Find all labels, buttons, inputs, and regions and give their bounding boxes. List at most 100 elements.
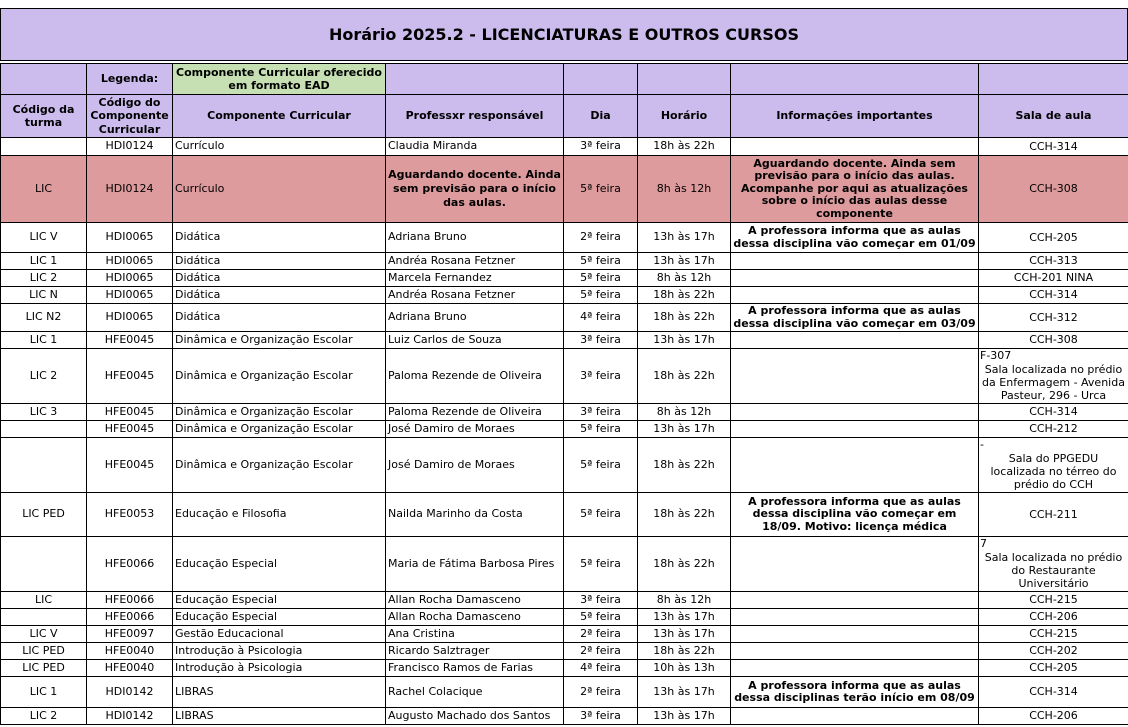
table-row: LIC 2HDI0142LIBRASAugusto Machado dos Sa… bbox=[1, 708, 1128, 725]
cell-professor: Allan Rocha Damasceno bbox=[386, 592, 564, 609]
table-row: LIC PEDHFE0040Introdução à PsicologiaFra… bbox=[1, 660, 1128, 677]
cell-professor: Allan Rocha Damasceno bbox=[386, 609, 564, 626]
cell-info bbox=[731, 438, 979, 493]
cell-professor: Marcela Fernandez bbox=[386, 270, 564, 287]
cell-professor: Paloma Rezende de Oliveira bbox=[386, 404, 564, 421]
sala-overflow-fragment: F-307 bbox=[980, 349, 1127, 362]
legend-row: Legenda: Componente Curricular oferecido… bbox=[1, 64, 1128, 95]
cell-professor: Ana Cristina bbox=[386, 626, 564, 643]
legend-empty-cell bbox=[1, 64, 87, 95]
cell-turma: LIC bbox=[1, 156, 87, 223]
cell-componente: LIBRAS bbox=[173, 708, 386, 725]
schedule-table: Legenda: Componente Curricular oferecido… bbox=[0, 63, 1128, 725]
cell-sala: CCH-308 bbox=[979, 156, 1128, 223]
cell-turma: LIC PED bbox=[1, 643, 87, 660]
top-margin bbox=[0, 0, 1128, 8]
cell-dia: 5ª feira bbox=[564, 609, 638, 626]
cell-professor: José Damiro de Moraes bbox=[386, 438, 564, 493]
table-row: LIC 2HFE0045Dinâmica e Organização Escol… bbox=[1, 349, 1128, 404]
cell-info: A professora informa que as aulas dessa … bbox=[731, 223, 979, 253]
table-row: LIC N2HDI0065DidáticaAdriana Bruno4ª fei… bbox=[1, 304, 1128, 332]
cell-codigo: HDI0065 bbox=[87, 287, 173, 304]
table-header-row: Código da turma Código do Componente Cur… bbox=[1, 95, 1128, 138]
table-row: LIC 3HFE0045Dinâmica e Organização Escol… bbox=[1, 404, 1128, 421]
cell-dia: 3ª feira bbox=[564, 138, 638, 156]
cell-codigo: HDI0124 bbox=[87, 138, 173, 156]
cell-horario: 18h às 22h bbox=[638, 349, 731, 404]
cell-sala: CCH-201 NINA bbox=[979, 270, 1128, 287]
cell-componente: Dinâmica e Organização Escolar bbox=[173, 421, 386, 438]
cell-professor: Andréa Rosana Fetzner bbox=[386, 253, 564, 270]
cell-horario: 8h às 12h bbox=[638, 592, 731, 609]
legend-label: Legenda: bbox=[87, 64, 173, 95]
cell-componente: LIBRAS bbox=[173, 677, 386, 708]
cell-info bbox=[731, 421, 979, 438]
cell-sala: CCH-211 bbox=[979, 493, 1128, 537]
legend-empty-cell bbox=[386, 64, 564, 95]
cell-dia: 3ª feira bbox=[564, 708, 638, 725]
table-row: LIC NHDI0065DidáticaAndréa Rosana Fetzne… bbox=[1, 287, 1128, 304]
col-header-componente: Componente Curricular bbox=[173, 95, 386, 138]
cell-horario: 8h às 12h bbox=[638, 404, 731, 421]
table-row: HDI0124CurrículoClaudia Miranda3ª feira1… bbox=[1, 138, 1128, 156]
cell-componente: Didática bbox=[173, 304, 386, 332]
cell-professor: Nailda Marinho da Costa bbox=[386, 493, 564, 537]
cell-codigo: HDI0065 bbox=[87, 223, 173, 253]
cell-turma: LIC 1 bbox=[1, 677, 87, 708]
cell-turma bbox=[1, 609, 87, 626]
cell-turma: LIC N2 bbox=[1, 304, 87, 332]
cell-codigo: HFE0045 bbox=[87, 349, 173, 404]
cell-info: A professora informa que as aulas dessa … bbox=[731, 677, 979, 708]
table-row: HFE0066Educação EspecialAllan Rocha Dama… bbox=[1, 609, 1128, 626]
cell-componente: Educação Especial bbox=[173, 609, 386, 626]
cell-sala: CCH-215 bbox=[979, 626, 1128, 643]
col-header-horario: Horário bbox=[638, 95, 731, 138]
cell-dia: 2ª feira bbox=[564, 626, 638, 643]
cell-turma: LIC 1 bbox=[1, 253, 87, 270]
cell-dia: 2ª feira bbox=[564, 643, 638, 660]
cell-sala: CCH-205 bbox=[979, 223, 1128, 253]
table-row: LIC 1HFE0045Dinâmica e Organização Escol… bbox=[1, 332, 1128, 349]
cell-sala: CCH-314 bbox=[979, 404, 1128, 421]
cell-professor: Claudia Miranda bbox=[386, 138, 564, 156]
cell-componente: Didática bbox=[173, 253, 386, 270]
cell-componente: Currículo bbox=[173, 156, 386, 223]
cell-professor: Andréa Rosana Fetzner bbox=[386, 287, 564, 304]
table-row: LIC 2HDI0065DidáticaMarcela Fernandez5ª … bbox=[1, 270, 1128, 287]
cell-horario: 18h às 22h bbox=[638, 537, 731, 592]
cell-turma: LIC PED bbox=[1, 660, 87, 677]
cell-componente: Educação Especial bbox=[173, 537, 386, 592]
cell-dia: 3ª feira bbox=[564, 349, 638, 404]
cell-dia: 3ª feira bbox=[564, 332, 638, 349]
cell-sala: CCH-205 bbox=[979, 660, 1128, 677]
cell-info bbox=[731, 270, 979, 287]
cell-dia: 5ª feira bbox=[564, 493, 638, 537]
cell-info bbox=[731, 708, 979, 725]
cell-codigo: HDI0124 bbox=[87, 156, 173, 223]
cell-horario: 18h às 22h bbox=[638, 643, 731, 660]
schedule-rows: HDI0124CurrículoClaudia Miranda3ª feira1… bbox=[1, 138, 1128, 725]
cell-horario: 13h às 17h bbox=[638, 708, 731, 725]
table-row: LIC PEDHFE0053Educação e FilosofiaNailda… bbox=[1, 493, 1128, 537]
sheet-title-bar: Horário 2025.2 - LICENCIATURAS E OUTROS … bbox=[0, 8, 1128, 61]
cell-turma: LIC PED bbox=[1, 493, 87, 537]
cell-info bbox=[731, 626, 979, 643]
cell-info bbox=[731, 253, 979, 270]
cell-dia: 2ª feira bbox=[564, 677, 638, 708]
col-header-sala: Sala de aula bbox=[979, 95, 1128, 138]
cell-turma bbox=[1, 438, 87, 493]
cell-componente: Dinâmica e Organização Escolar bbox=[173, 438, 386, 493]
cell-turma: LIC 1 bbox=[1, 332, 87, 349]
cell-sala: CCH-314 bbox=[979, 677, 1128, 708]
cell-horario: 13h às 17h bbox=[638, 626, 731, 643]
cell-componente: Dinâmica e Organização Escolar bbox=[173, 349, 386, 404]
cell-dia: 4ª feira bbox=[564, 660, 638, 677]
cell-componente: Introdução à Psicologia bbox=[173, 643, 386, 660]
cell-turma: LIC N bbox=[1, 287, 87, 304]
cell-turma: LIC 3 bbox=[1, 404, 87, 421]
cell-professor: Adriana Bruno bbox=[386, 304, 564, 332]
cell-dia: 5ª feira bbox=[564, 438, 638, 493]
cell-professor: Paloma Rezende de Oliveira bbox=[386, 349, 564, 404]
cell-componente: Currículo bbox=[173, 138, 386, 156]
cell-horario: 13h às 17h bbox=[638, 223, 731, 253]
